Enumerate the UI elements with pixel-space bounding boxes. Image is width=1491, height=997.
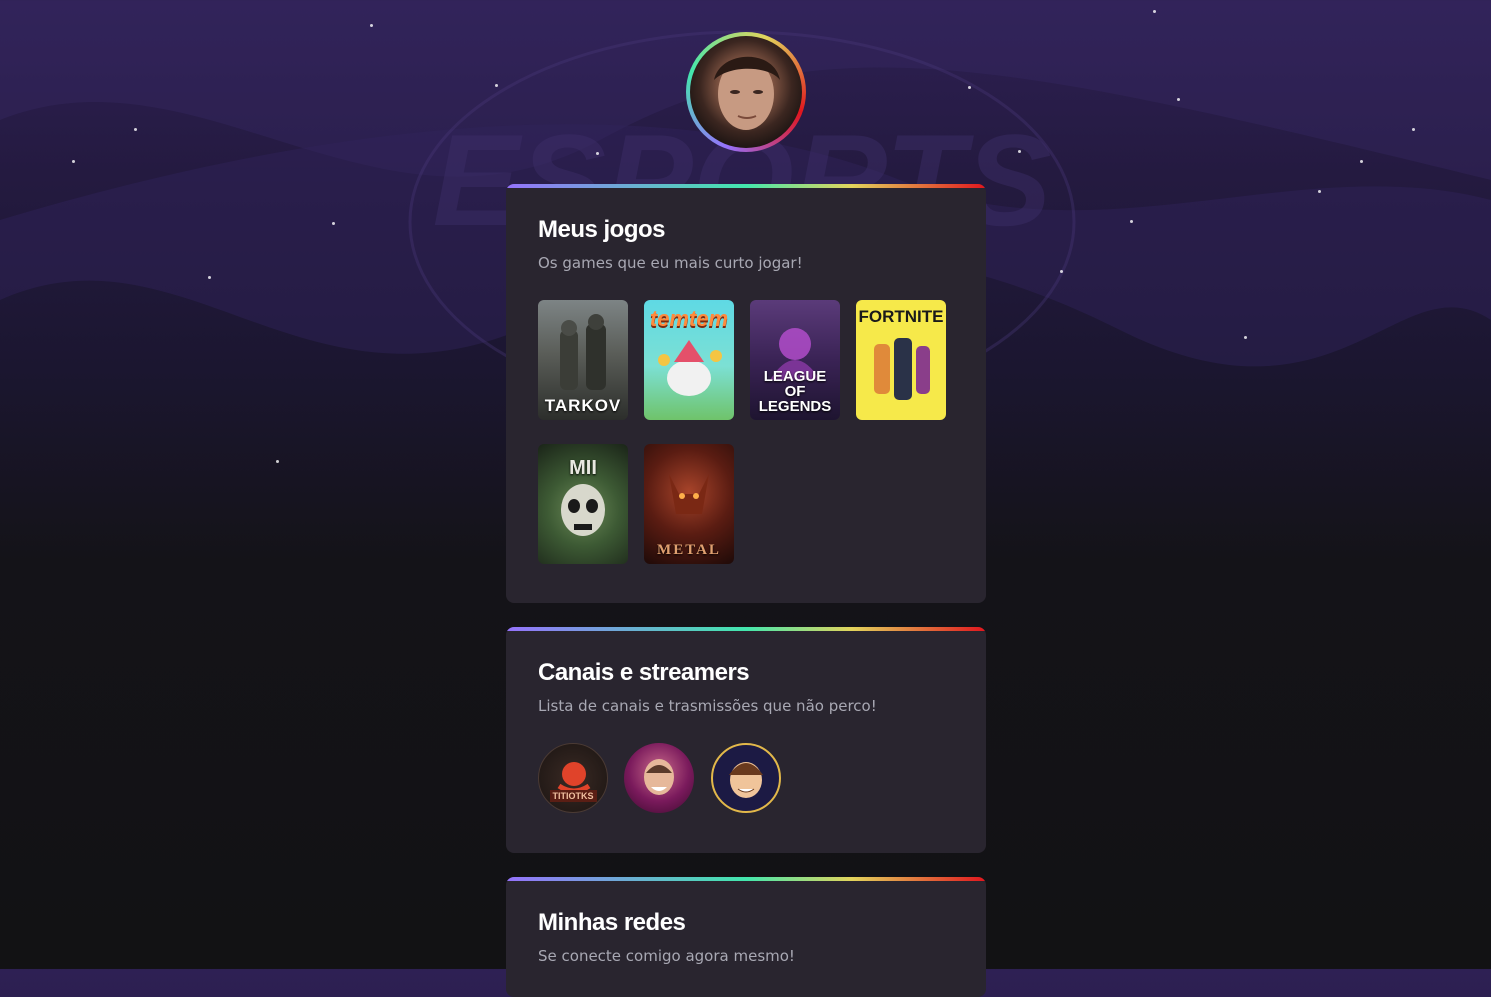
game-cover-text: TARKOV (544, 396, 622, 415)
socials-title: Minhas redes (538, 909, 686, 936)
game-cover-text: temtem (649, 306, 729, 331)
game-cover-temtem[interactable]: temtem (644, 300, 734, 420)
channel-avatar-streamer-2[interactable] (624, 743, 694, 813)
game-cover-lol[interactable]: LEAGUE OF LEGENDS (750, 300, 840, 420)
game-cover-fortnite[interactable]: FORTNITE (856, 300, 946, 420)
game-cover-text: FORTNITE (858, 307, 944, 326)
socials-card: Minhas redes Se conecte comigo agora mes… (506, 877, 986, 997)
games-title: Meus jogos (538, 216, 666, 243)
games-subtitle: Os games que eu mais curto jogar! (538, 254, 803, 272)
streamer-face-icon (644, 759, 674, 795)
cartoon-face-icon (729, 762, 763, 798)
channels-card: Canais e streamers Lista de canais e tra… (506, 627, 986, 853)
channel-avatar-titiotks[interactable]: TITIOTKS (538, 743, 608, 813)
game-cover-text: MII (569, 457, 597, 479)
game-cover-text: METAL (657, 542, 721, 558)
octopus-logo-icon (557, 762, 591, 794)
socials-subtitle: Se conecte comigo agora mesmo! (538, 947, 795, 965)
channels-title: Canais e streamers (538, 659, 750, 686)
profile-avatar-ring (686, 32, 806, 152)
game-cover-text: LEAGUE OF LEGENDS (758, 368, 832, 415)
game-cover-mw2[interactable]: MII (538, 444, 628, 564)
profile-avatar (690, 36, 802, 148)
channels-subtitle: Lista de canais e trasmissões que não pe… (538, 697, 877, 715)
game-cover-metal[interactable]: METAL (644, 444, 734, 564)
avatar-face-icon (714, 56, 780, 130)
games-card: Meus jogos Os games que eu mais curto jo… (506, 184, 986, 603)
channel-name: TITIOTKS (549, 790, 597, 802)
channel-avatar-streamer-3[interactable] (711, 743, 781, 813)
game-cover-tarkov[interactable]: TARKOV (538, 300, 628, 420)
